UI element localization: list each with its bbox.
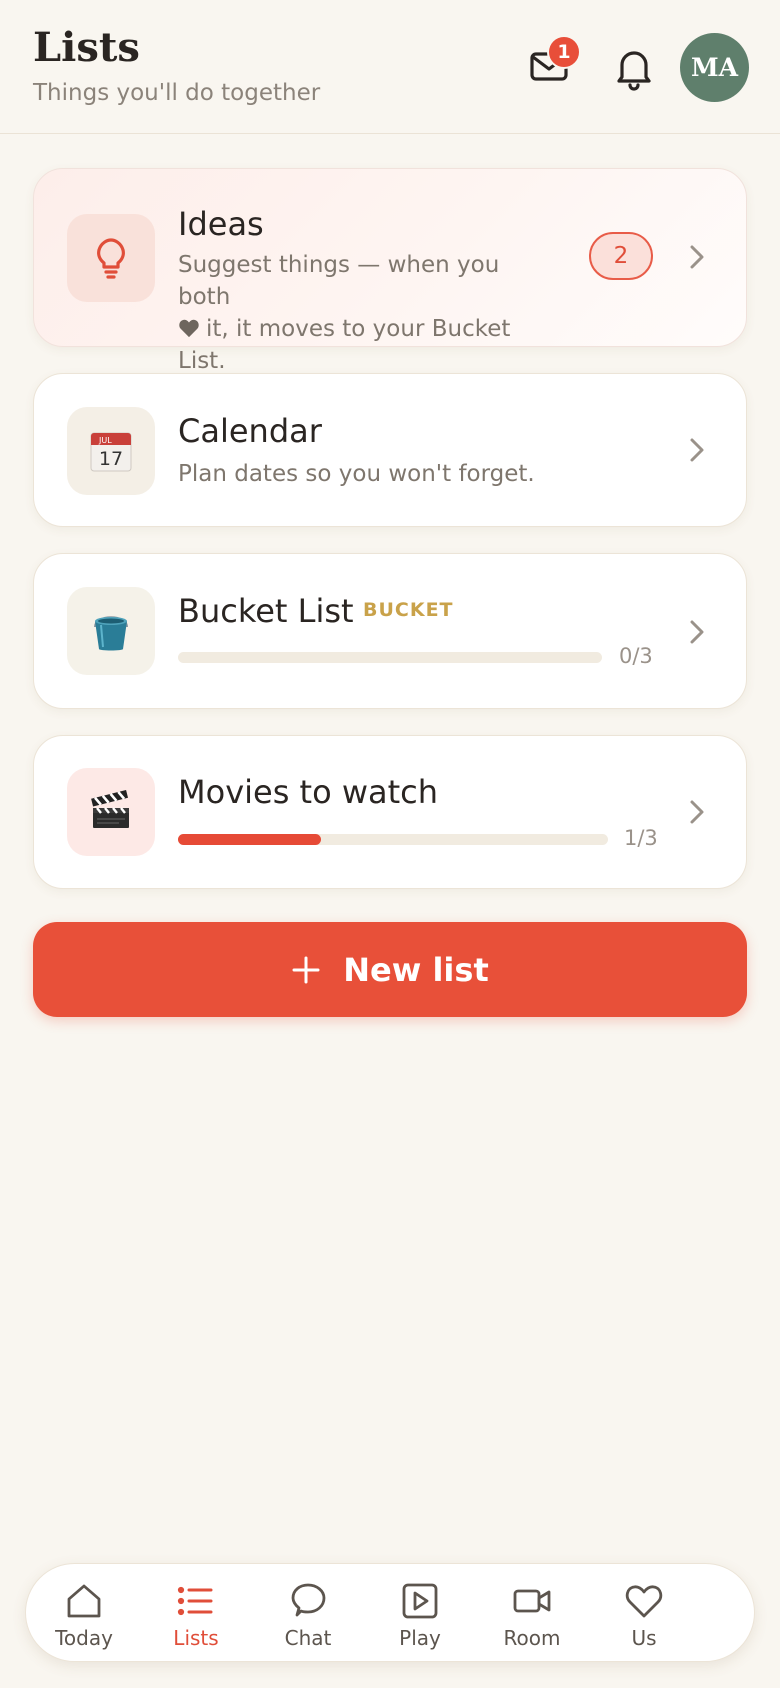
ideas-description-line1: Suggest things — when you both xyxy=(178,252,500,310)
calendar-icon-month: JUL xyxy=(98,436,112,445)
video-icon xyxy=(513,1589,551,1613)
bucket-list-title: Bucket List xyxy=(178,592,354,630)
nav-item-us[interactable]: Us xyxy=(589,1564,699,1663)
new-list-button[interactable]: New list xyxy=(33,922,747,1017)
calendar-icon: JUL 17 xyxy=(90,432,132,472)
heart-icon xyxy=(625,1585,663,1618)
lightbulb-icon xyxy=(97,238,125,279)
home-icon xyxy=(67,1584,101,1618)
chevron-right-icon xyxy=(690,620,704,644)
calendar-description: Plan dates so you won't forget. xyxy=(178,461,535,487)
nav-item-lists[interactable]: Lists xyxy=(141,1564,251,1663)
bucket-tag: BUCKET xyxy=(363,599,454,621)
movies-progress-fill xyxy=(178,834,322,845)
clapper-icon xyxy=(91,790,129,828)
chevron-right-icon xyxy=(690,800,704,824)
ideas-title: Ideas xyxy=(178,205,264,243)
bell-icon[interactable] xyxy=(610,44,658,92)
calendar-title: Calendar xyxy=(178,412,322,450)
nav-label-play: Play xyxy=(399,1626,441,1650)
bucket-icon xyxy=(94,616,128,651)
bottom-nav: Today Lists Chat Play Room Us xyxy=(25,1563,755,1662)
movies-progress-bar xyxy=(178,834,608,845)
nav-label-chat: Chat xyxy=(284,1626,332,1650)
nav-label-us: Us xyxy=(631,1626,657,1650)
nav-item-today[interactable]: Today xyxy=(29,1564,139,1663)
avatar[interactable]: MA xyxy=(680,33,749,102)
heart-icon xyxy=(179,319,199,338)
bucket-list-card[interactable]: Bucket List BUCKET 0/3 xyxy=(33,553,747,709)
nav-label-lists: Lists xyxy=(173,1626,219,1650)
calendar-icon-tile: JUL 17 xyxy=(67,407,155,495)
ideas-count-badge: 2 xyxy=(589,232,653,280)
nav-label-room: Room xyxy=(503,1626,561,1650)
page-subtitle: Things you'll do together xyxy=(33,80,321,106)
header: Lists Things you'll do together 1 MA xyxy=(0,0,780,134)
mail-badge: 1 xyxy=(547,35,581,69)
new-list-label: New list xyxy=(343,950,489,989)
ideas-icon-tile xyxy=(67,214,155,302)
calendar-icon-day: 17 xyxy=(99,448,123,470)
nav-item-chat[interactable]: Chat xyxy=(253,1564,363,1663)
plus-icon xyxy=(292,956,320,983)
nav-item-room[interactable]: Room xyxy=(477,1564,587,1663)
nav-item-play[interactable]: Play xyxy=(365,1564,475,1663)
movies-progress-count: 1/3 xyxy=(624,826,658,850)
ideas-card[interactable]: Ideas Suggest things — when you both it,… xyxy=(33,168,747,374)
ideas-description-line2: it, it moves to your Bucket List. xyxy=(178,316,511,374)
chevron-right-icon xyxy=(690,245,704,269)
calendar-card[interactable]: JUL 17 Calendar Plan dates so you won't … xyxy=(33,373,747,527)
clapper-icon-tile xyxy=(67,768,155,856)
bucket-progress-count: 0/3 xyxy=(619,644,653,668)
list-icon xyxy=(177,1586,213,1616)
bucket-progress-bar xyxy=(178,652,602,663)
page-title: Lists xyxy=(33,24,140,71)
ideas-description-line2-wrap: it, it moves to your Bucket List. xyxy=(178,313,558,377)
bucket-icon-tile xyxy=(67,587,155,675)
ideas-description: Suggest things — when you both it, it mo… xyxy=(178,249,558,377)
movies-title: Movies to watch xyxy=(178,773,439,811)
chat-icon xyxy=(291,1583,326,1617)
play-icon xyxy=(402,1583,438,1619)
chevron-right-icon xyxy=(690,438,704,462)
movies-card[interactable]: Movies to watch 1/3 xyxy=(33,735,747,889)
nav-label-today: Today xyxy=(55,1626,113,1650)
